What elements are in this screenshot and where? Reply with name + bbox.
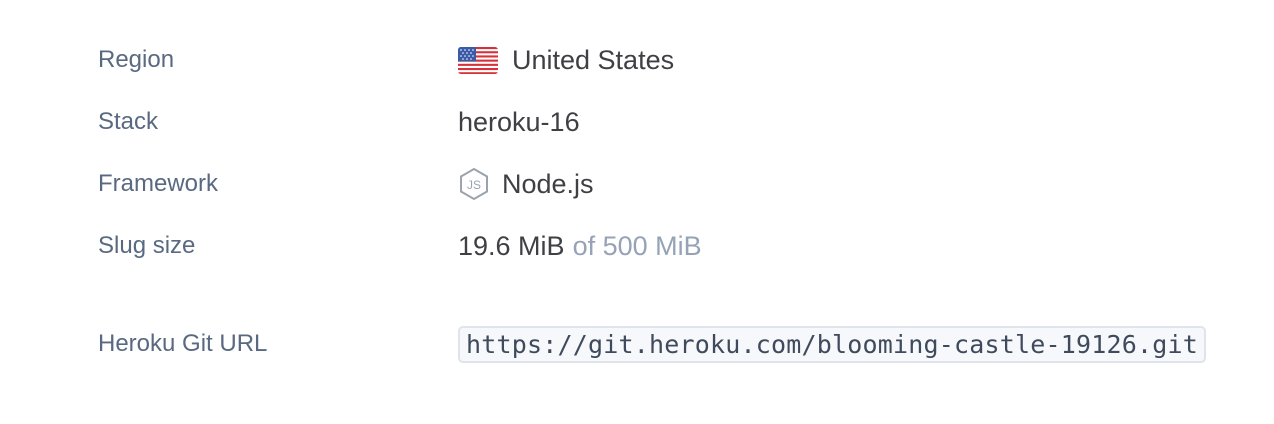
framework-row: Framework JS Node.js — [98, 164, 594, 204]
git-url-row: Heroku Git URL https://git.heroku.com/bl… — [98, 324, 1207, 364]
git-url-value: https://git.heroku.com/blooming-castle-1… — [458, 325, 1207, 363]
region-text: United States — [512, 44, 675, 75]
nodejs-icon: JS — [458, 167, 490, 201]
region-label: Region — [98, 46, 175, 73]
slug-size-value: 19.6 MiB of 500 MiB — [458, 231, 702, 262]
stack-value: heroku-16 — [458, 106, 580, 137]
git-url-code[interactable]: https://git.heroku.com/blooming-castle-1… — [458, 325, 1207, 363]
slug-size-limit: of 500 MiB — [572, 230, 702, 261]
slug-size-row: Slug size 19.6 MiB of 500 MiB — [98, 226, 702, 266]
svg-text:JS: JS — [467, 178, 481, 192]
slug-size-label: Slug size — [98, 232, 196, 259]
us-flag-icon — [458, 46, 498, 74]
slug-size-amount: 19.6 MiB — [458, 230, 565, 261]
stack-label: Stack — [98, 108, 159, 135]
region-value: United States — [458, 45, 674, 76]
stack-row: Stack heroku-16 — [98, 102, 580, 142]
region-row: Region United States — [98, 40, 674, 80]
framework-value: JS Node.js — [458, 167, 594, 201]
framework-label: Framework — [98, 170, 219, 197]
git-url-label: Heroku Git URL — [98, 330, 268, 357]
framework-text: Node.js — [502, 168, 594, 199]
